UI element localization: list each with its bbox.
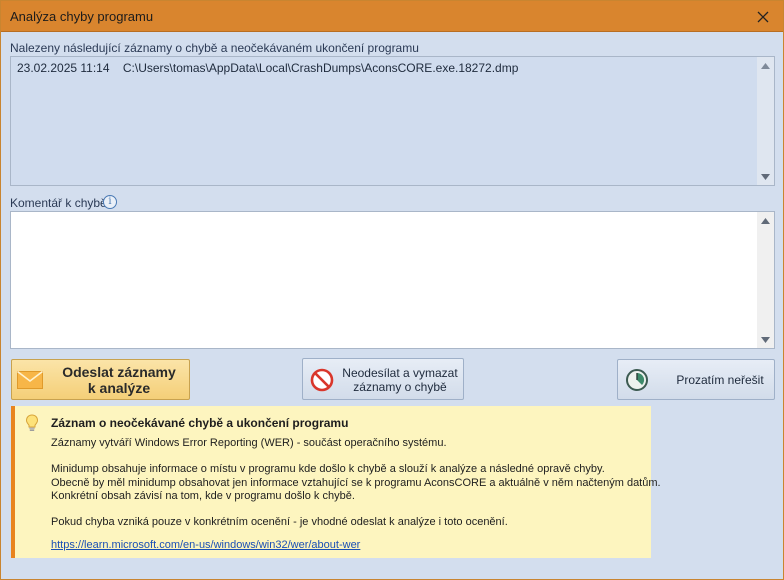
discard-button-label-line2: záznamy o chybě [353, 380, 447, 394]
scroll-down-button[interactable] [757, 331, 774, 348]
note-paragraph-1: Záznamy vytváří Windows Error Reporting … [51, 437, 447, 449]
postpone-button[interactable]: Prozatím neřešit [617, 359, 775, 400]
info-note: Záznam o neočekávané chybě a ukončení pr… [11, 406, 661, 558]
chevron-down-icon [761, 173, 770, 180]
note-paragraph-5: Pokud chyba vzniká pouze v konkrétním oc… [51, 516, 508, 528]
reports-list[interactable]: 23.02.2025 11:14 C:\Users\tomas\AppData\… [10, 56, 775, 186]
title-bar[interactable]: Analýza chyby programu [1, 1, 783, 32]
envelope-icon [17, 371, 43, 389]
scroll-up-button[interactable] [757, 57, 774, 74]
info-icon[interactable]: i [103, 195, 117, 209]
clock-icon [626, 369, 648, 391]
note-paragraph-2: Minidump obsahuje informace o místu v pr… [51, 463, 605, 475]
comment-textarea[interactable] [10, 211, 775, 349]
dialog-window: Analýza chyby programu Nalezeny následuj… [0, 0, 784, 580]
comment-scrollbar[interactable] [757, 212, 774, 348]
scroll-down-button[interactable] [757, 168, 774, 185]
send-button-label-line1: Odeslat záznamy [62, 364, 176, 380]
scroll-up-button[interactable] [757, 212, 774, 229]
lightbulb-icon [25, 414, 39, 431]
discard-button-label-line1: Neodesílat a vymazat [342, 366, 458, 380]
close-icon [757, 11, 769, 22]
note-heading: Záznam o neočekávané chybě a ukončení pr… [51, 416, 349, 430]
chevron-up-icon [761, 62, 770, 69]
window-title: Analýza chyby programu [10, 9, 154, 24]
postpone-button-label: Prozatím neřešit [676, 373, 764, 387]
reports-scrollbar[interactable] [757, 57, 774, 185]
no-entry-icon [310, 368, 334, 392]
list-item[interactable]: 23.02.2025 11:14 C:\Users\tomas\AppData\… [17, 61, 518, 75]
wer-docs-link[interactable]: https://learn.microsoft.com/en-us/window… [51, 539, 360, 551]
send-reports-button[interactable]: Odeslat záznamy k analýze [11, 359, 190, 400]
reports-label: Nalezeny následující záznamy o chybě a n… [10, 41, 419, 55]
discard-reports-button[interactable]: Neodesílat a vymazat záznamy o chybě [302, 358, 464, 400]
chevron-up-icon [761, 217, 770, 224]
send-button-label-line2: k analýze [87, 380, 151, 396]
chevron-down-icon [761, 336, 770, 343]
note-paragraph-4: Konkrétní obsah závisí na tom, kde v pro… [51, 490, 355, 502]
comment-label: Komentář k chybě [10, 196, 107, 210]
note-paragraph-3: Obecně by měl minidump obsahovat jen inf… [51, 477, 661, 489]
close-button[interactable] [743, 1, 783, 32]
